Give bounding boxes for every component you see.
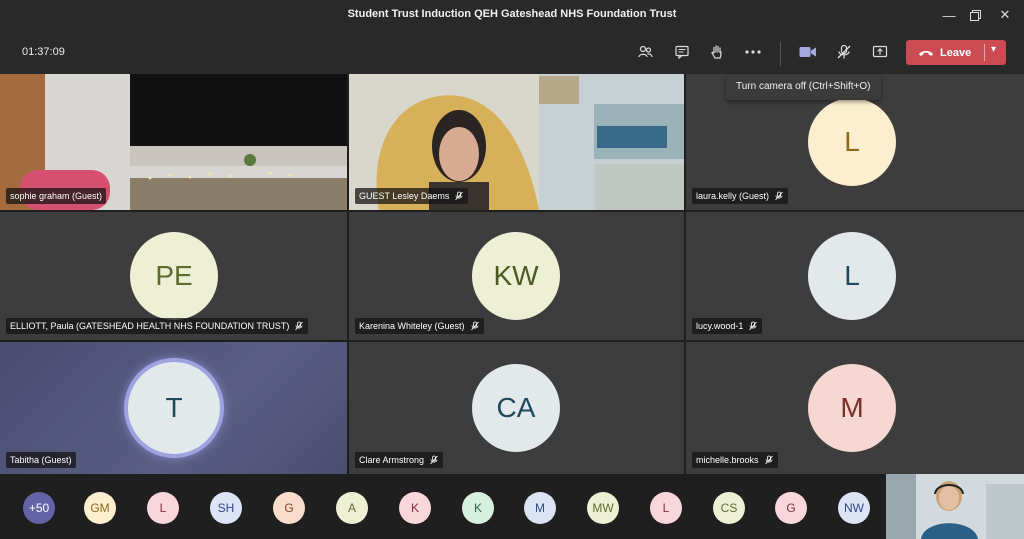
avatar: KW — [472, 232, 560, 320]
mic-off-icon[interactable] — [832, 40, 856, 64]
camera-icon[interactable] — [796, 40, 820, 64]
participant-name-text: Tabitha (Guest) — [10, 455, 72, 465]
participant-avatar[interactable]: L — [147, 492, 179, 524]
mic-off-icon — [295, 321, 304, 331]
participant-avatar[interactable]: K — [399, 492, 431, 524]
avatar: L — [808, 98, 896, 186]
participant-name: ELLIOTT, Paula (GATESHEAD HEALTH NHS FOU… — [6, 318, 309, 334]
self-view[interactable] — [886, 474, 1024, 539]
camera-tooltip: Turn camera off (Ctrl+Shift+O) — [726, 74, 881, 100]
participants-icon[interactable] — [633, 40, 657, 64]
participant-tile[interactable]: PE ELLIOTT, Paula (GATESHEAD HEALTH NHS … — [0, 212, 347, 340]
participant-name: michelle.brooks — [692, 452, 778, 468]
avatar: L — [808, 232, 896, 320]
more-participants-button[interactable]: +50 — [23, 492, 55, 524]
participant-avatar[interactable]: K — [462, 492, 494, 524]
participant-avatar[interactable]: G — [273, 492, 305, 524]
participant-name-text: michelle.brooks — [696, 455, 759, 465]
participant-name: Karenina Whiteley (Guest) — [355, 318, 484, 334]
participant-name-text: Karenina Whiteley (Guest) — [359, 321, 465, 331]
video-grid: sophie graham (Guest) GUEST Lesley Daems… — [0, 74, 1024, 474]
leave-divider — [984, 44, 985, 61]
participant-tile[interactable]: L lucy.wood-1 — [686, 212, 1024, 340]
participant-name: sophie graham (Guest) — [6, 188, 107, 204]
participant-name-text: sophie graham (Guest) — [10, 191, 103, 201]
more-icon[interactable] — [741, 40, 765, 64]
participant-name-text: laura.kelly (Guest) — [696, 191, 770, 201]
participant-tile[interactable]: sophie graham (Guest) — [0, 74, 347, 210]
window-title: Student Trust Induction QEH Gateshead NH… — [347, 8, 677, 20]
raise-hand-icon[interactable] — [705, 40, 729, 64]
participant-avatar[interactable]: SH — [210, 492, 242, 524]
participant-avatar[interactable]: G — [775, 492, 807, 524]
self-video — [886, 474, 1024, 539]
participant-tile[interactable]: M michelle.brooks — [686, 342, 1024, 474]
participant-name: lucy.wood-1 — [692, 318, 763, 334]
leave-label: Leave — [940, 46, 972, 59]
mic-off-icon — [455, 191, 464, 201]
participant-name: Tabitha (Guest) — [6, 452, 76, 468]
participant-avatar[interactable]: GM — [84, 492, 116, 524]
participant-avatar[interactable]: NW — [838, 492, 870, 524]
title-bar: Student Trust Induction QEH Gateshead NH… — [0, 0, 1024, 30]
toolbar-divider — [780, 42, 781, 66]
participant-avatar[interactable]: CS — [713, 492, 745, 524]
participant-strip: +50 GM L SH G A K K M MW L CS G NW — [0, 474, 1024, 539]
chat-icon[interactable] — [670, 40, 694, 64]
participant-name-text: Clare Armstrong — [359, 455, 425, 465]
participant-tile[interactable]: CA Clare Armstrong — [349, 342, 684, 474]
leave-button[interactable]: Leave ▾ — [906, 40, 1006, 65]
participant-avatar[interactable]: MW — [587, 492, 619, 524]
mic-off-icon — [764, 455, 773, 465]
participant-avatar[interactable]: A — [336, 492, 368, 524]
participant-name-text: lucy.wood-1 — [696, 321, 744, 331]
mic-off-icon — [430, 455, 438, 465]
participant-name: laura.kelly (Guest) — [692, 188, 789, 204]
chevron-down-icon[interactable]: ▾ — [991, 44, 996, 55]
participant-name: GUEST Lesley Daems — [355, 188, 469, 204]
share-icon[interactable] — [868, 40, 892, 64]
participant-name-text: ELLIOTT, Paula (GATESHEAD HEALTH NHS FOU… — [10, 321, 290, 331]
close-icon[interactable]: ✕ — [996, 6, 1014, 24]
mic-off-icon — [749, 321, 758, 331]
mic-off-icon — [470, 321, 479, 331]
avatar: CA — [472, 364, 560, 452]
participant-name: Clare Armstrong — [355, 452, 444, 468]
participant-tile[interactable]: T Tabitha (Guest) — [0, 342, 347, 474]
meeting-timer: 01:37:09 — [22, 46, 65, 58]
participant-avatar[interactable]: L — [650, 492, 682, 524]
mic-off-icon — [775, 191, 783, 201]
participant-tile[interactable]: KW Karenina Whiteley (Guest) — [349, 212, 684, 340]
participant-tile[interactable]: GUEST Lesley Daems — [349, 74, 684, 210]
participant-avatar[interactable]: M — [524, 492, 556, 524]
hang-up-icon — [919, 50, 933, 56]
avatar: T — [124, 358, 224, 458]
avatar: PE — [130, 232, 218, 320]
avatar: M — [808, 364, 896, 452]
minimize-icon[interactable]: — — [940, 6, 958, 24]
meeting-toolbar: 01:37:09 Leave ▾ — [0, 30, 1024, 74]
participant-name-text: GUEST Lesley Daems — [359, 191, 450, 201]
restore-icon[interactable] — [966, 6, 984, 24]
